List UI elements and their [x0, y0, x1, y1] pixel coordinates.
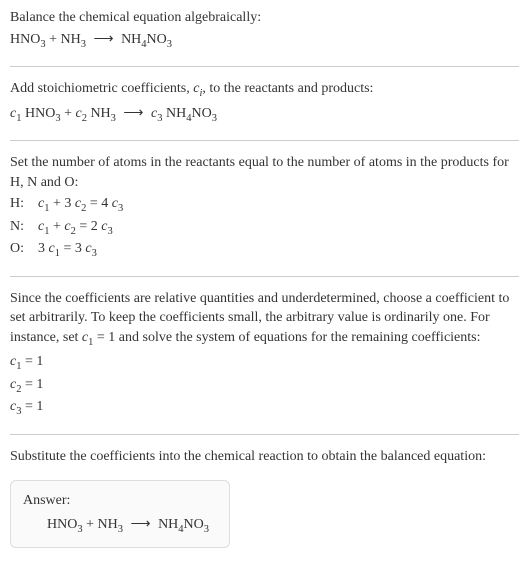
coeff-intro-text: Add stoichiometric coefficients, ci, to …: [10, 79, 519, 101]
reaction-arrow: ⟶: [93, 30, 113, 50]
species-hno3: HNO3: [10, 32, 46, 47]
species-hno3: HNO3: [47, 517, 83, 532]
section-substitute: Substitute the coefficients into the che…: [10, 447, 519, 467]
coefficient-equation: c1 HNO3 + c2 NH3 ⟶ c3 NH4NO3: [10, 104, 519, 126]
atom-row-o: O: 3 c1 = 3 c3: [10, 239, 519, 261]
atom-row-n: N: c1 + c2 = 2 c3: [10, 217, 519, 239]
reaction-arrow: ⟶: [130, 515, 150, 535]
unbalanced-equation: HNO3 + NH3 ⟶ NH4NO3: [10, 30, 519, 52]
species-nh4no3: NH4NO3: [158, 517, 209, 532]
solve-text: Since the coefficients are relative quan…: [10, 289, 519, 351]
species-nh4no3: NH4NO3: [121, 32, 172, 47]
coefficient-values: c1 = 1 c2 = 1 c3 = 1: [10, 352, 519, 419]
coeff-c1: c1 = 1: [10, 352, 519, 374]
divider: [10, 140, 519, 141]
section-coefficients: Add stoichiometric coefficients, ci, to …: [10, 79, 519, 126]
reaction-arrow: ⟶: [123, 104, 143, 124]
section-balance-intro: Balance the chemical equation algebraica…: [10, 8, 519, 52]
section-atom-balance: Set the number of atoms in the reactants…: [10, 153, 519, 262]
balanced-equation: HNO3 + NH3 ⟶ NH4NO3: [23, 515, 217, 537]
answer-box: Answer: HNO3 + NH3 ⟶ NH4NO3: [10, 480, 230, 548]
species-nh3: NH3: [98, 517, 123, 532]
atom-balance-table: H: c1 + 3 c2 = 4 c3 N: c1 + c2 = 2 c3 O:…: [10, 194, 519, 261]
divider: [10, 434, 519, 435]
section-solve: Since the coefficients are relative quan…: [10, 289, 519, 420]
coeff-c2: c2 = 1: [10, 375, 519, 397]
atom-balance-text: Set the number of atoms in the reactants…: [10, 153, 519, 192]
substitute-text: Substitute the coefficients into the che…: [10, 447, 519, 467]
atom-row-h: H: c1 + 3 c2 = 4 c3: [10, 194, 519, 216]
divider: [10, 276, 519, 277]
species-nh3: NH3: [61, 32, 86, 47]
coeff-c3: c3 = 1: [10, 397, 519, 419]
divider: [10, 66, 519, 67]
intro-text: Balance the chemical equation algebraica…: [10, 8, 519, 28]
answer-label: Answer:: [23, 491, 217, 511]
